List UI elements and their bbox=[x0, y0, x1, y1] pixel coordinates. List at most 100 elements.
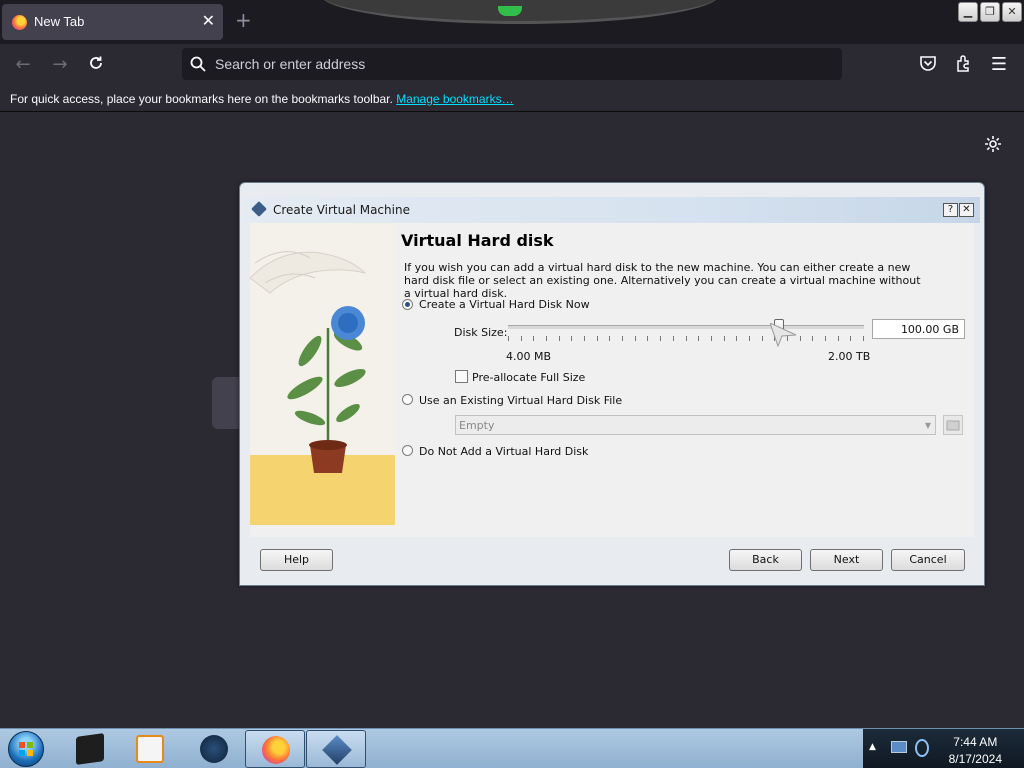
extensions-icon[interactable] bbox=[953, 54, 975, 76]
close-tab-icon[interactable]: ✕ bbox=[202, 11, 215, 30]
forward-arrow-icon[interactable]: → bbox=[49, 54, 71, 76]
back-arrow-icon[interactable]: ← bbox=[12, 54, 34, 76]
new-tab-plus-icon[interactable]: + bbox=[235, 8, 252, 32]
preallocate-checkbox[interactable] bbox=[455, 370, 468, 383]
page-heading: Virtual Hard disk bbox=[401, 231, 554, 250]
tab-strip: New Tab ✕ + ▁ ❐ ✕ bbox=[0, 0, 1024, 44]
slider-tick bbox=[698, 336, 699, 341]
slider-tick bbox=[673, 336, 674, 341]
network-icon[interactable] bbox=[891, 741, 907, 753]
dialog-title: Create Virtual Machine bbox=[273, 203, 410, 217]
pocket-icon[interactable] bbox=[917, 54, 939, 76]
create-disk-label: Create a Virtual Hard Disk Now bbox=[419, 298, 590, 311]
close-window-button[interactable]: ✕ bbox=[1002, 2, 1022, 22]
disk-size-input[interactable]: 100.00 GB bbox=[872, 319, 965, 339]
existing-disk-select[interactable]: Empty ▼ bbox=[455, 415, 936, 435]
chevron-down-icon: ▼ bbox=[924, 421, 931, 430]
slider-tick bbox=[762, 336, 763, 341]
search-icon bbox=[190, 56, 206, 76]
help-question-icon[interactable]: ? bbox=[943, 203, 958, 217]
folder-icon bbox=[946, 420, 960, 431]
create-disk-radio[interactable] bbox=[402, 299, 413, 310]
use-existing-radio[interactable] bbox=[402, 394, 413, 405]
back-button[interactable]: Back bbox=[729, 549, 802, 571]
slider-tick bbox=[736, 336, 737, 341]
close-dialog-icon[interactable]: ✕ bbox=[959, 203, 974, 217]
taskbar-virtualbox[interactable] bbox=[306, 730, 366, 768]
terminal-box-icon bbox=[76, 733, 104, 765]
no-disk-label: Do Not Add a Virtual Hard Disk bbox=[419, 445, 589, 458]
globe-icon bbox=[200, 735, 228, 763]
window-controls: ▁ ❐ ✕ bbox=[958, 2, 1022, 22]
slider-tick bbox=[508, 336, 509, 341]
taskbar: ▲ 7:44 AM 8/17/2024 bbox=[0, 728, 1024, 768]
help-button[interactable]: Help bbox=[260, 549, 333, 571]
virtualbox-icon bbox=[251, 201, 267, 217]
caption-indicator bbox=[498, 6, 522, 16]
slider-tick bbox=[800, 336, 801, 341]
existing-disk-value: Empty bbox=[459, 419, 495, 432]
taskbar-media-player[interactable] bbox=[120, 730, 180, 768]
wizard-illustration bbox=[250, 223, 395, 525]
slider-tick bbox=[724, 336, 725, 341]
mouse-cursor-icon bbox=[769, 322, 798, 351]
clock-time: 7:44 AM bbox=[953, 735, 998, 749]
slider-tick bbox=[686, 336, 687, 341]
bookmarks-message: For quick access, place your bookmarks h… bbox=[10, 92, 393, 106]
media-player-icon bbox=[136, 735, 164, 763]
slider-tick bbox=[749, 336, 750, 341]
slider-tick bbox=[711, 336, 712, 341]
reload-icon[interactable] bbox=[85, 54, 107, 76]
slider-tick bbox=[559, 336, 560, 341]
slider-tick bbox=[571, 336, 572, 341]
minimize-button[interactable]: ▁ bbox=[958, 2, 978, 22]
address-placeholder: Search or enter address bbox=[215, 56, 366, 72]
no-disk-radio[interactable] bbox=[402, 445, 413, 456]
tab-new-tab[interactable]: New Tab ✕ bbox=[2, 4, 223, 40]
slider-tick bbox=[850, 336, 851, 341]
browse-folder-button[interactable] bbox=[943, 415, 963, 435]
preallocate-label: Pre-allocate Full Size bbox=[472, 371, 586, 384]
system-tray: ▲ 7:44 AM 8/17/2024 bbox=[863, 729, 1024, 768]
firefox-icon bbox=[262, 736, 290, 764]
slider-ticks bbox=[508, 336, 864, 342]
slider-tick bbox=[609, 336, 610, 341]
clock-date: 8/17/2024 bbox=[948, 752, 1002, 766]
slider-tick bbox=[825, 336, 826, 341]
tab-title: New Tab bbox=[34, 14, 85, 29]
gear-icon[interactable] bbox=[983, 134, 1003, 158]
navigation-toolbar: ← → Search or enter address ☰ bbox=[0, 44, 1024, 86]
start-button[interactable] bbox=[8, 731, 44, 767]
create-vm-dialog: Create Virtual Machine ? ✕ Virtual Hard … bbox=[239, 182, 985, 586]
restore-button[interactable]: ❐ bbox=[980, 2, 1000, 22]
dialog-titlebar: Create Virtual Machine ? ✕ bbox=[244, 197, 980, 223]
next-button[interactable]: Next bbox=[810, 549, 883, 571]
slider-tick bbox=[622, 336, 623, 341]
windows-logo-icon bbox=[19, 742, 33, 756]
slider-tick bbox=[647, 336, 648, 341]
taskbar-network[interactable] bbox=[184, 730, 244, 768]
tray-expand-icon[interactable]: ▲ bbox=[869, 742, 876, 752]
address-bar[interactable]: Search or enter address bbox=[182, 48, 842, 80]
taskbar-terminal[interactable] bbox=[60, 730, 120, 768]
slider-max-label: 2.00 TB bbox=[828, 350, 871, 363]
taskbar-firefox[interactable] bbox=[245, 730, 305, 768]
page-description: If you wish you can add a virtual hard d… bbox=[404, 261, 921, 300]
slider-tick bbox=[546, 336, 547, 341]
cancel-button[interactable]: Cancel bbox=[891, 549, 965, 571]
clock[interactable]: 7:44 AM 8/17/2024 bbox=[949, 734, 1002, 768]
use-existing-label: Use an Existing Virtual Hard Disk File bbox=[419, 394, 623, 407]
virtualbox-icon bbox=[322, 735, 352, 765]
menu-hamburger-icon[interactable]: ☰ bbox=[988, 54, 1010, 76]
disk-size-label: Disk Size: bbox=[454, 326, 508, 339]
disk-size-slider[interactable] bbox=[508, 325, 864, 329]
firefox-icon bbox=[12, 15, 27, 30]
volume-icon[interactable] bbox=[915, 739, 929, 757]
wizard-page: Virtual Hard disk If you wish you can ad… bbox=[250, 223, 974, 537]
slider-tick bbox=[533, 336, 534, 341]
slider-tick bbox=[660, 336, 661, 341]
slider-tick bbox=[812, 336, 813, 341]
slider-tick bbox=[521, 336, 522, 341]
manage-bookmarks-link[interactable]: Manage bookmarks… bbox=[396, 92, 513, 106]
slider-tick bbox=[863, 336, 864, 341]
